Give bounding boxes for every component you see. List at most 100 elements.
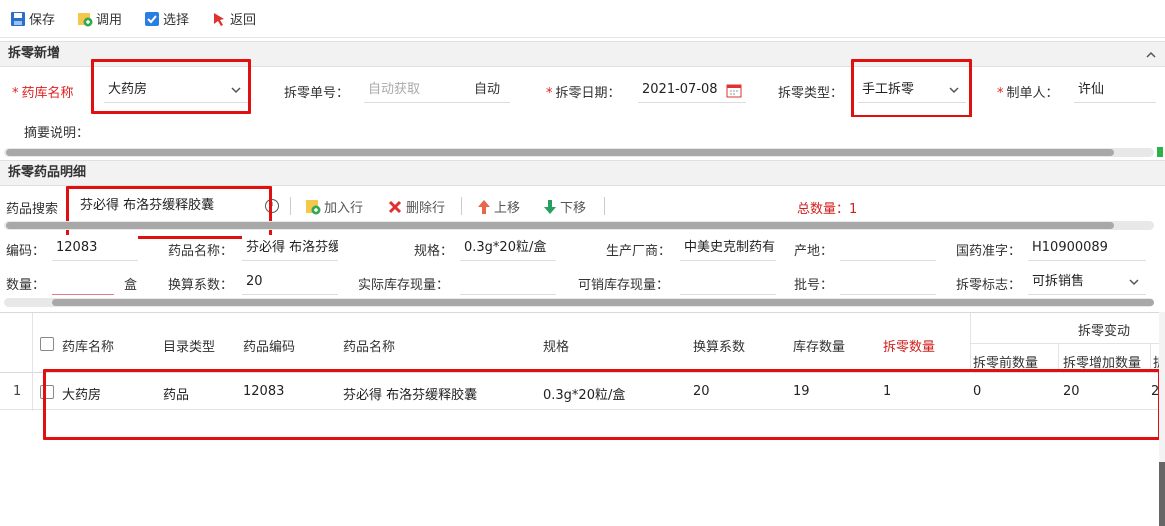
- pharmacy-select[interactable]: 大药房: [104, 77, 248, 103]
- header-catalog[interactable]: 目录类型: [163, 336, 215, 355]
- date-input[interactable]: 2021-07-08: [638, 77, 746, 103]
- arrow-up-icon: [478, 199, 490, 214]
- total-quantity: 总数量：1: [797, 202, 858, 217]
- add-row-icon: [306, 199, 321, 214]
- cell-split-qty[interactable]: 1: [883, 384, 891, 399]
- maker-input[interactable]: 许仙: [1074, 77, 1156, 103]
- split-flag-select[interactable]: 可拆销售: [1028, 269, 1146, 295]
- header-code[interactable]: 药品编码: [243, 336, 295, 355]
- detail-grid: 药库名称 目录类型 药品编码 药品名称 规格 换算系数 库存数量 拆零数量 拆零…: [0, 312, 1165, 526]
- arrow-down-icon: [544, 199, 556, 214]
- spec-input[interactable]: 0.3g*20粒/盒: [460, 235, 556, 261]
- type-value: 手工拆零: [862, 82, 915, 97]
- quantity-unit: 盒: [124, 278, 138, 293]
- invoke-label: 调用: [96, 13, 123, 28]
- remark-input[interactable]: [104, 117, 1156, 143]
- grid-scrollbar-thumb[interactable]: [1159, 462, 1165, 526]
- origin-input[interactable]: [840, 235, 936, 261]
- move-up-button[interactable]: 上移: [477, 197, 520, 216]
- doc-no-input[interactable]: 自动获取 自动: [364, 77, 510, 103]
- calendar-icon[interactable]: [726, 82, 742, 98]
- delete-row-button[interactable]: 删除行: [387, 197, 445, 216]
- quantity-input[interactable]: [52, 269, 114, 295]
- detail-toolbar-scrollbar[interactable]: [4, 221, 1154, 230]
- invoke-button[interactable]: 调用: [77, 9, 122, 28]
- section-title-new: 拆零新增: [8, 46, 61, 61]
- maker-value: 许仙: [1078, 82, 1105, 97]
- code-label: 编码：: [6, 244, 46, 259]
- chevron-up-icon[interactable]: [1145, 42, 1157, 75]
- header-name[interactable]: 药品名称: [343, 336, 395, 355]
- col-divider: [1150, 343, 1151, 373]
- header-add-qty[interactable]: 拆零增加数量: [1063, 352, 1141, 371]
- cell-code: 12083: [243, 384, 285, 399]
- doc-no-label: 拆零单号：: [284, 86, 350, 101]
- main-toolbar: 保存 调用 选择 返回: [0, 0, 1165, 38]
- save-button[interactable]: 保存: [10, 9, 55, 28]
- select-button[interactable]: 选择: [144, 9, 189, 28]
- back-label: 返回: [230, 13, 257, 28]
- save-icon: [11, 11, 25, 26]
- manufacturer-label: 生产厂商：: [606, 244, 672, 259]
- move-down-label: 下移: [560, 201, 587, 216]
- header-factor[interactable]: 换算系数: [693, 336, 745, 355]
- header-pharmacy[interactable]: 药库名称: [62, 336, 114, 355]
- move-up-label: 上移: [494, 201, 521, 216]
- add-row-label: 加入行: [324, 201, 364, 216]
- select-all-checkbox[interactable]: [40, 337, 54, 351]
- batch-input[interactable]: [840, 269, 936, 295]
- type-label: 拆零类型：: [778, 86, 844, 101]
- clear-icon[interactable]: [264, 198, 280, 214]
- approval-input[interactable]: H10900089: [1028, 235, 1146, 261]
- approval-label: 国药准字：: [956, 244, 1022, 259]
- pharmacy-value: 大药房: [108, 82, 148, 97]
- origin-label: 产地：: [794, 244, 834, 259]
- row-checkbox[interactable]: [40, 385, 54, 399]
- quantity-label: 数量：: [6, 278, 46, 293]
- select-label: 选择: [163, 13, 190, 28]
- sellable-stock-input[interactable]: [680, 269, 776, 295]
- save-label: 保存: [29, 13, 56, 28]
- cell-before-qty: 0: [973, 384, 982, 399]
- chevron-down-icon: [231, 87, 241, 94]
- table-row[interactable]: 1 大药房 药品 12083 芬必得 布洛芬缓释胶囊 0.3g*20粒/盒 20…: [0, 374, 1160, 410]
- form-horizontal-scrollbar[interactable]: [4, 148, 1154, 157]
- back-button[interactable]: 返回: [211, 9, 256, 28]
- drug-info-scrollbar[interactable]: [4, 298, 1154, 307]
- header-before-qty[interactable]: 拆零前数量: [973, 352, 1038, 371]
- add-row-button[interactable]: 加入行: [305, 197, 363, 216]
- toolbar-separator: [604, 197, 605, 215]
- code-input[interactable]: 12083: [52, 235, 138, 261]
- move-down-button[interactable]: 下移: [543, 197, 586, 216]
- type-select[interactable]: 手工拆零: [858, 77, 966, 103]
- sellable-stock-label: 可销库存现量：: [578, 278, 670, 293]
- spec-label: 规格：: [414, 244, 454, 259]
- date-label: * 拆零日期：: [546, 86, 621, 101]
- header-change-group: 拆零变动: [1078, 324, 1131, 339]
- drug-name-input[interactable]: 芬必得 布洛芬缓释胶囊: [242, 235, 338, 261]
- drug-search-value: 芬必得 布洛芬缓释胶囊: [80, 198, 215, 213]
- delete-row-label: 删除行: [406, 201, 446, 216]
- drug-search-input[interactable]: 芬必得 布洛芬缓释胶囊: [76, 193, 282, 219]
- cell-catalog: 药品: [163, 388, 190, 403]
- chevron-down-icon: [949, 87, 959, 94]
- toolbar-separator: [290, 197, 291, 215]
- cell-add-qty: 20: [1063, 384, 1080, 399]
- group-divider: [970, 343, 1160, 344]
- manufacturer-input[interactable]: 中美史克制药有限公司: [680, 235, 776, 261]
- import-document-icon: [78, 12, 93, 26]
- actual-stock-input[interactable]: [460, 269, 556, 295]
- col-divider: [1058, 343, 1059, 373]
- required-mark: *: [997, 86, 1004, 101]
- header-split-qty[interactable]: 拆零数量: [883, 336, 935, 355]
- split-flag-label: 拆零标志：: [956, 278, 1022, 293]
- grid-vertical-scrollbar[interactable]: [1159, 312, 1165, 526]
- form-scrollbar-thumb[interactable]: [6, 149, 1114, 156]
- detail-toolbar-scrollbar-thumb[interactable]: [6, 222, 1114, 229]
- factor-label: 换算系数：: [168, 278, 234, 293]
- header-stock[interactable]: 库存数量: [793, 336, 845, 355]
- drug-name-label: 药品名称：: [168, 244, 234, 259]
- header-spec[interactable]: 规格: [543, 336, 569, 355]
- drug-info-scrollbar-thumb[interactable]: [52, 299, 1154, 306]
- factor-input[interactable]: 20: [242, 269, 338, 295]
